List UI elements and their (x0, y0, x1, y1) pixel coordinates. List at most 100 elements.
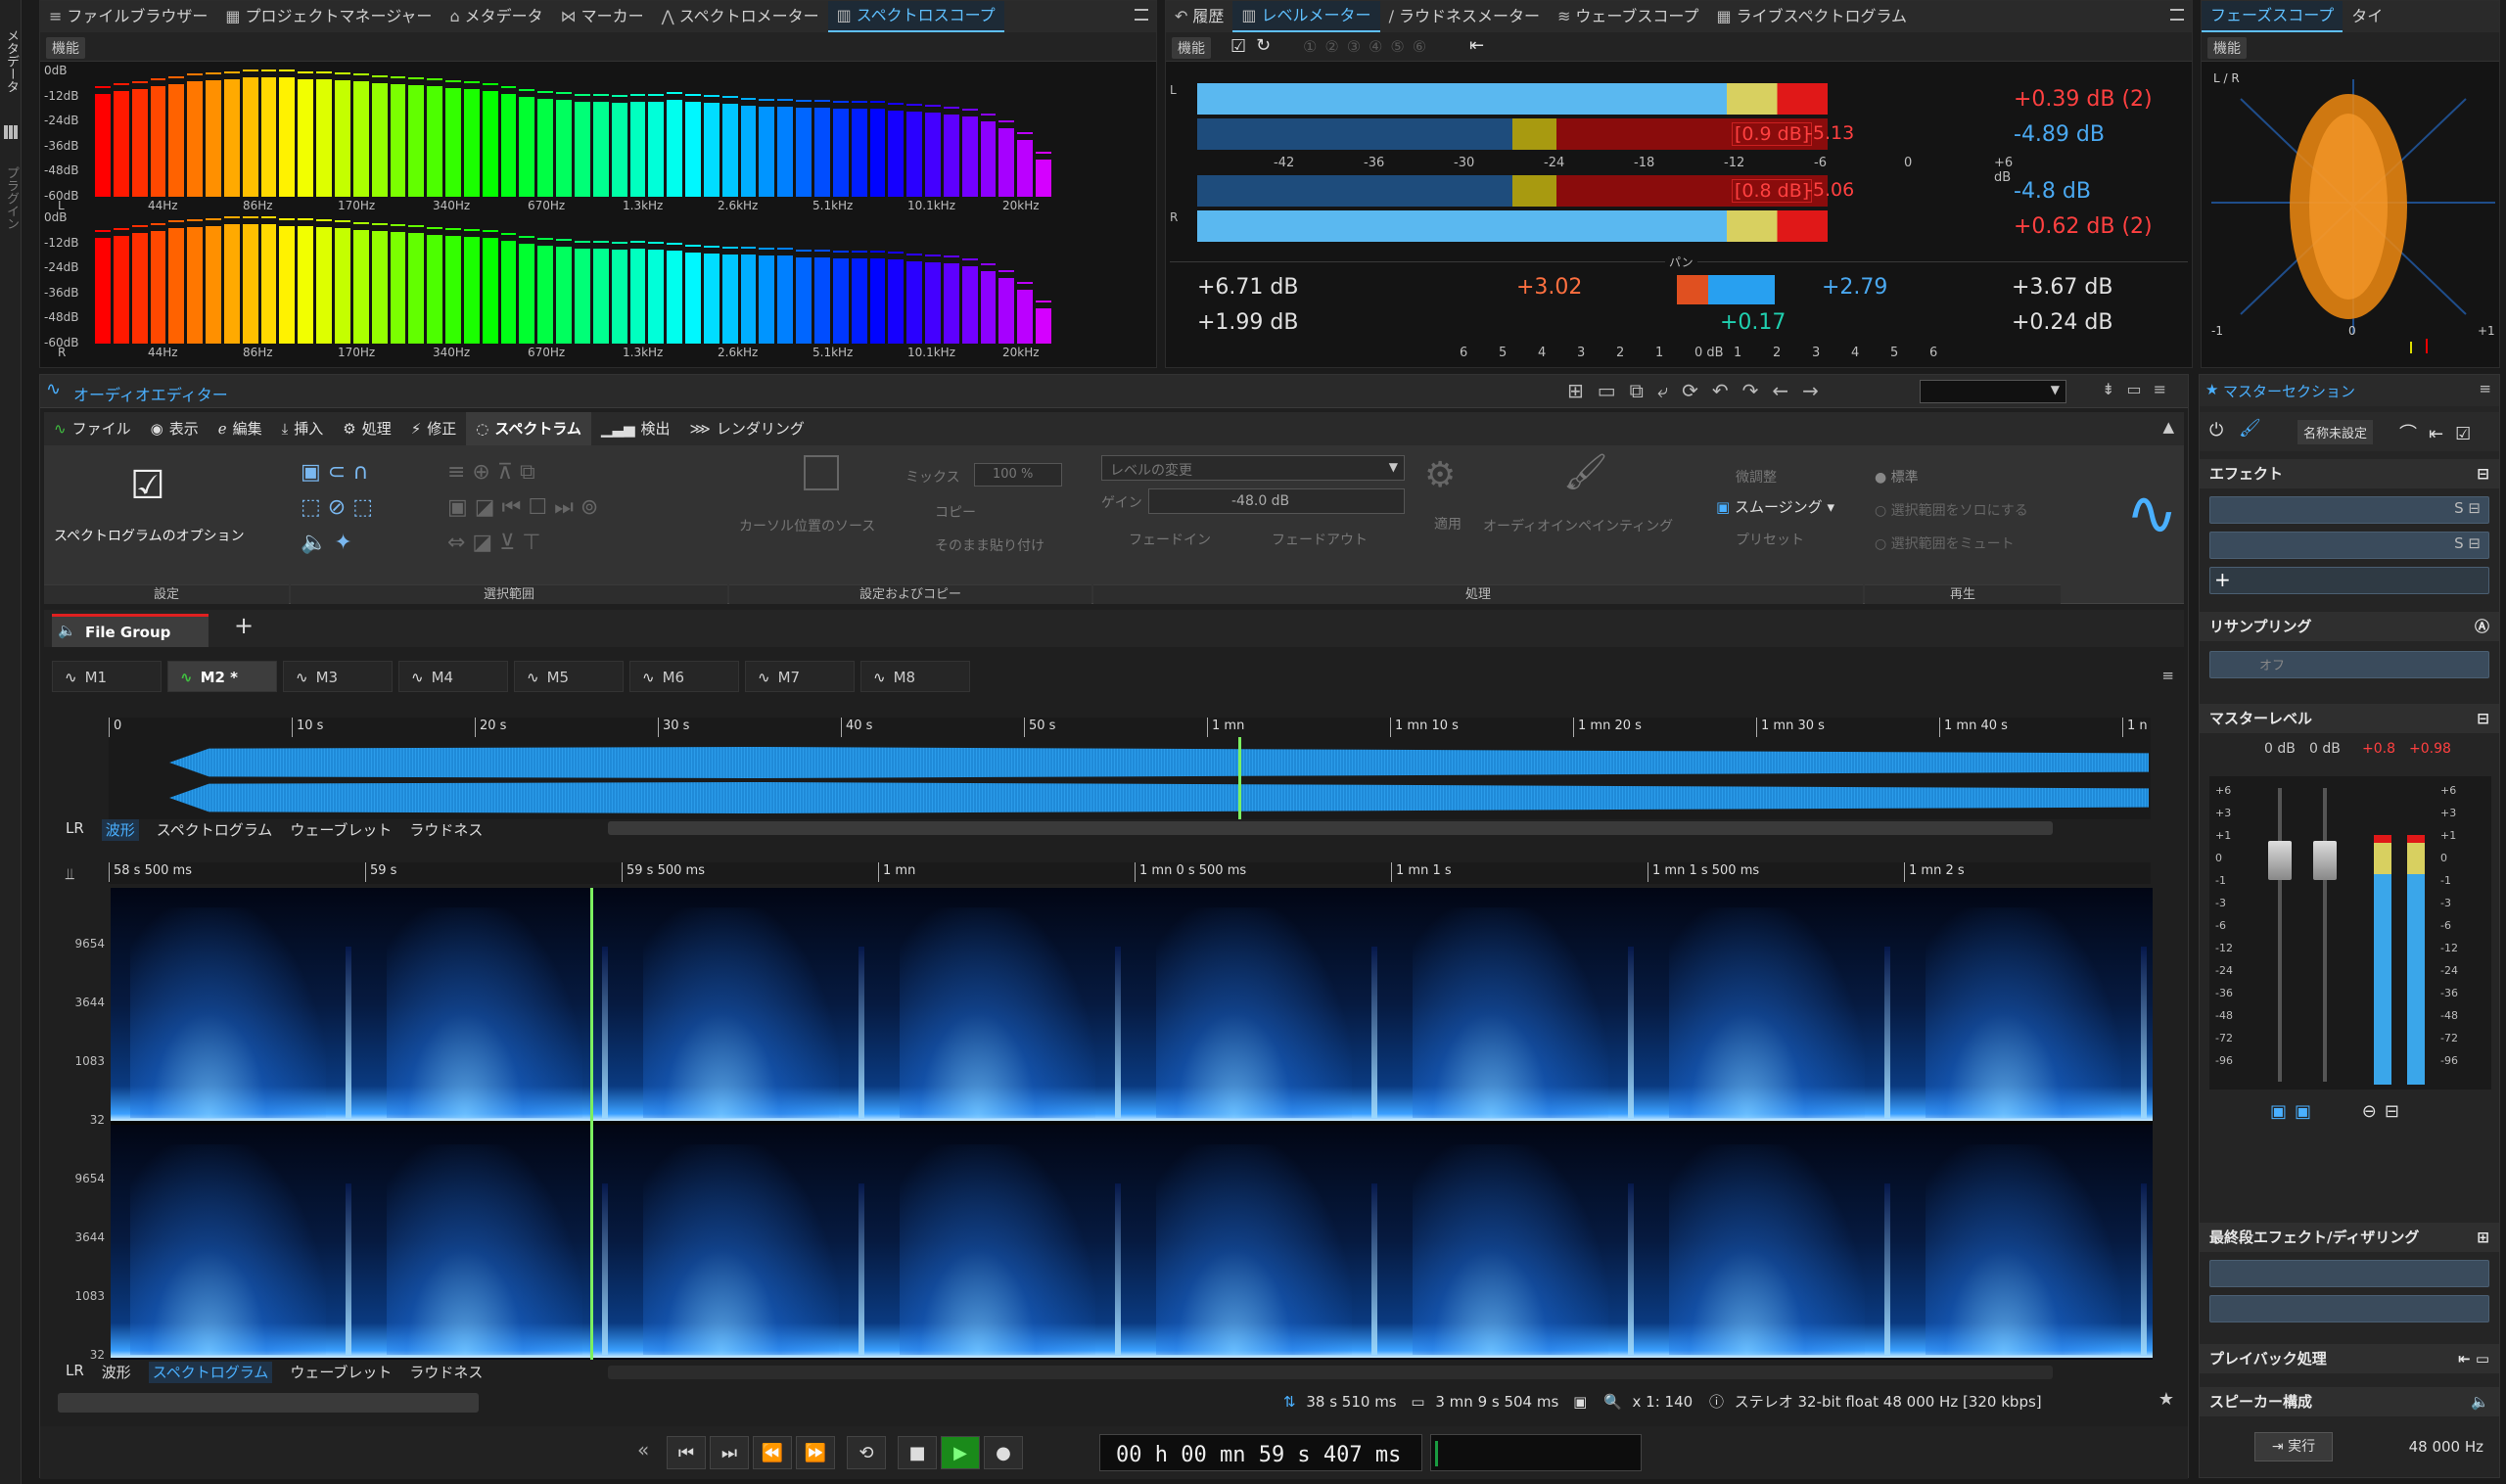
view-tab-1[interactable]: 波形 (102, 1362, 131, 1383)
brush-icon[interactable]: 🖌 (2239, 418, 2261, 439)
top-left-tab-2[interactable]: ⌂ メタデータ (441, 1, 551, 32)
editor-window-icons[interactable]: ⇟▭≡ (2102, 380, 2178, 398)
view-tab-2[interactable]: スペクトログラム (157, 819, 273, 841)
go-end-icon[interactable]: ⏭ (710, 1436, 749, 1469)
top-left-tab-1[interactable]: ▦ プロジェクトマネージャー (216, 1, 441, 32)
check-icon[interactable]: ☑ (1230, 36, 1246, 57)
effect-slot-2[interactable]: S ⊟ (2209, 532, 2489, 559)
transport-collapse-icon[interactable]: « (637, 1438, 649, 1461)
view-tab-0[interactable]: LR (66, 819, 84, 841)
panel-menu-icon[interactable]: ≡ (2479, 380, 2491, 397)
view-tab-3[interactable]: ウェーブレット (290, 819, 392, 841)
ribbon-tab-1[interactable]: ◉ 表示 (141, 412, 209, 445)
panel-menu-icon[interactable] (1135, 9, 1148, 21)
fade-in-button[interactable]: フェードイン (1129, 530, 1211, 549)
apply-gear-icon[interactable]: ⚙ (1424, 455, 1456, 495)
play-standard-radio[interactable]: ● 標準 (1875, 467, 1919, 487)
reset-icon[interactable]: ↻ (1256, 35, 1271, 56)
phase-tab-1[interactable]: タイ (2343, 1, 2391, 32)
effect-slot-add[interactable]: + (2209, 567, 2489, 594)
fade-out-button[interactable]: フェードアウト (1272, 530, 1368, 549)
level-meter-tab-4[interactable]: ▦ ライブスペクトログラム (1707, 1, 1916, 32)
marker-tab-4[interactable]: ∿ M4 (398, 661, 508, 692)
stop-icon[interactable]: ■ (898, 1436, 937, 1469)
mix-field[interactable]: 100 % (974, 463, 1062, 487)
ribbon-tab-6[interactable]: ◌ スペクトラム (466, 412, 591, 445)
play-solo-radio[interactable]: ○ 選択範囲をソロにする (1875, 500, 2028, 520)
gain-field[interactable]: -48.0 dB (1148, 488, 1405, 514)
spectrogram-view[interactable] (111, 888, 2153, 1360)
marker-tab-6[interactable]: ∿ M6 (629, 661, 739, 692)
copy-button[interactable]: コピー (935, 502, 976, 522)
level-change-dropdown[interactable]: レベルの変更 ▼ (1101, 455, 1405, 481)
top-left-tab-4[interactable]: ⋀ スペクトロメーター (653, 1, 828, 32)
playback-cursor[interactable] (590, 888, 593, 1360)
func-menu[interactable]: 機能 (46, 37, 85, 59)
editor-toolbar-icons[interactable]: ⊞▭⧉⤶⟳↶↷←→ (1567, 379, 1833, 402)
ribbon-tab-7[interactable]: ▁▃▅ 検出 (591, 412, 680, 445)
view-tab-3[interactable]: ウェーブレット (290, 1362, 392, 1383)
fine-tune-button[interactable]: 微調整 (1736, 467, 1777, 487)
loop-icon[interactable]: ⟲ (847, 1436, 886, 1469)
ribbon-collapse-icon[interactable]: ▲ (2162, 418, 2174, 436)
marker-tab-7[interactable]: ∿ M7 (745, 661, 855, 692)
view-tab-1[interactable]: 波形 (101, 819, 139, 841)
power-icon[interactable]: ⏻ (2209, 420, 2223, 441)
play-mute-radio[interactable]: ○ 選択範囲をミュート (1875, 533, 2015, 553)
final-slot-2[interactable] (2209, 1295, 2489, 1322)
cursor-tool-icon[interactable]: ⫫ (66, 864, 74, 884)
final-slot-1[interactable] (2209, 1260, 2489, 1287)
collapse-icon[interactable]: ⇤ (1469, 35, 1484, 56)
level-meter-tab-3[interactable]: ≋ ウェーブスコープ (1549, 1, 1708, 32)
speaker-icon[interactable]: 🔈 (2471, 1387, 2489, 1416)
top-left-tab-5[interactable]: ▥ スペクトロスコープ (827, 1, 1004, 32)
add-group-button[interactable]: + (234, 612, 254, 639)
overview-scrollbar[interactable] (608, 821, 2053, 835)
paste-button[interactable]: そのまま貼り付け (935, 535, 1044, 555)
link-buttons[interactable]: ▣▣ ⊖⊟ (2270, 1101, 2407, 1122)
ribbon-tab-0[interactable]: ∿ ファイル (44, 412, 141, 445)
rail-grid-icon[interactable] (4, 125, 18, 139)
top-left-tab-0[interactable]: ≡ ファイルブラウザー (40, 1, 216, 32)
apply-button[interactable]: 適用 (1434, 514, 1462, 533)
marker-tab-2[interactable]: ∿ M2 * (167, 661, 277, 692)
ribbon-tab-4[interactable]: ⚙ 処理 (333, 412, 400, 445)
view-tab-2[interactable]: スペクトログラム (148, 1362, 273, 1383)
phase-tab-0[interactable]: フェーズスコープ (2202, 1, 2344, 32)
inpainting-brush-icon[interactable]: 🖌 (1563, 451, 1608, 492)
overview-cursor[interactable] (1238, 737, 1241, 819)
range-tool-icons[interactable]: ▣ ⊂ ∩ ⬚ ⊘ ⬚ 🔈 ✦ (301, 455, 438, 561)
forward-icon[interactable]: ⏩ (796, 1436, 835, 1469)
ribbon-tab-3[interactable]: ⤓ 挿入 (272, 412, 334, 445)
spectro-options-label[interactable]: スペクトログラムのオプション (54, 526, 245, 545)
marker-tab-3[interactable]: ∿ M3 (283, 661, 393, 692)
view-tab-4[interactable]: ラウドネス (409, 1362, 483, 1383)
ribbon-tab-5[interactable]: ⚡ 修正 (401, 412, 467, 445)
master-preset[interactable]: 名称未設定 (2297, 420, 2374, 444)
top-left-tab-3[interactable]: ⋈ マーカー (552, 1, 653, 32)
ribbon-tab-2[interactable]: ℯ 編集 (209, 412, 272, 445)
play-icon[interactable]: ▶ (941, 1436, 980, 1469)
view-tab-0[interactable]: LR (66, 1362, 84, 1383)
rewind-icon[interactable]: ⏪ (753, 1436, 792, 1469)
func-menu[interactable]: 機能 (2207, 37, 2247, 59)
ribbon-tab-8[interactable]: ⋙ レンダリング (680, 412, 814, 445)
detail-scrollbar[interactable] (608, 1366, 2053, 1379)
inpainting-button[interactable]: オーディオインペインティング (1483, 516, 1673, 535)
record-icon[interactable]: ● (984, 1436, 1023, 1469)
fader-knob-l[interactable] (2268, 841, 2292, 880)
resampling-slot[interactable]: オフ (2209, 651, 2489, 678)
fader-knob-r[interactable] (2313, 841, 2337, 880)
effect-slot-1[interactable]: S ⊟ (2209, 496, 2489, 524)
rail-item-plugins[interactable]: プラグイン (2, 166, 21, 230)
panel-menu-icon[interactable] (2170, 9, 2184, 21)
preset-button[interactable]: プリセット (1736, 530, 1804, 549)
master-toolbar-icons[interactable]: ⌒⇤☑ (2399, 420, 2483, 445)
favorite-star-icon[interactable]: ★ (2158, 1389, 2174, 1410)
editor-preset-dropdown[interactable]: ▼ (1920, 380, 2066, 403)
horizontal-zoom-slider[interactable] (58, 1393, 479, 1413)
view-options-icon[interactable]: ≡ (2161, 667, 2174, 684)
playback-icons[interactable]: ⇤ ▭ (2458, 1344, 2489, 1373)
marker-tab-8[interactable]: ∿ M8 (860, 661, 970, 692)
marker-tab-1[interactable]: ∿ M1 (52, 661, 162, 692)
